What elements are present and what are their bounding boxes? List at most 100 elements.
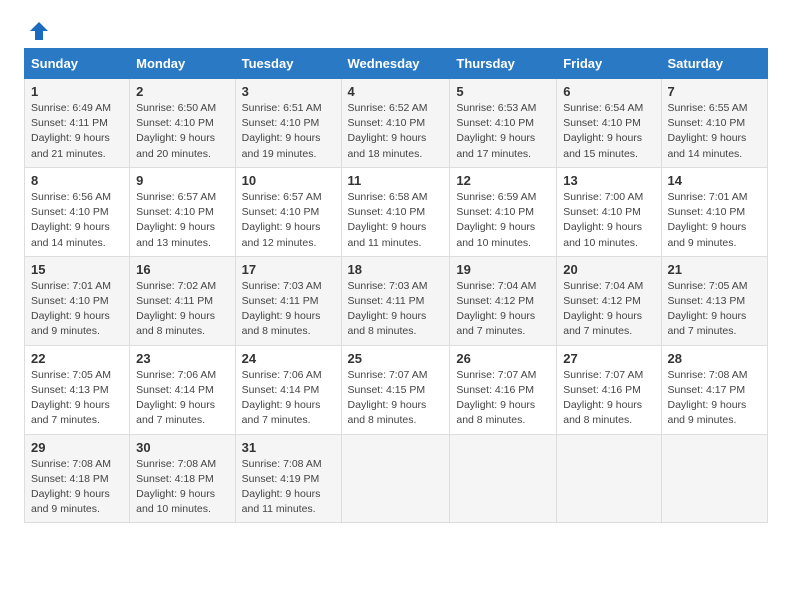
day-number: 16 — [136, 262, 228, 277]
day-number: 29 — [31, 440, 123, 455]
day-detail: Sunrise: 6:52 AMSunset: 4:10 PMDaylight:… — [348, 102, 428, 160]
day-detail: Sunrise: 6:56 AMSunset: 4:10 PMDaylight:… — [31, 191, 111, 249]
day-detail: Sunrise: 7:03 AMSunset: 4:11 PMDaylight:… — [348, 280, 428, 338]
day-number: 24 — [242, 351, 335, 366]
header-section — [24, 20, 768, 38]
day-detail: Sunrise: 7:08 AMSunset: 4:18 PMDaylight:… — [136, 458, 216, 516]
calendar-cell — [450, 434, 557, 523]
day-detail: Sunrise: 6:57 AMSunset: 4:10 PMDaylight:… — [242, 191, 322, 249]
col-wednesday: Wednesday — [341, 49, 450, 79]
page-container: Sunday Monday Tuesday Wednesday Thursday… — [24, 20, 768, 523]
day-detail: Sunrise: 6:51 AMSunset: 4:10 PMDaylight:… — [242, 102, 322, 160]
day-detail: Sunrise: 6:58 AMSunset: 4:10 PMDaylight:… — [348, 191, 428, 249]
calendar-cell-6: 6Sunrise: 6:54 AMSunset: 4:10 PMDaylight… — [557, 79, 661, 168]
day-number: 3 — [242, 84, 335, 99]
logo-icon — [28, 20, 50, 42]
calendar-cell: 22 Sunrise: 7:05 AMSunset: 4:13 PMDayligh… — [25, 345, 130, 434]
calendar-cell — [557, 434, 661, 523]
calendar-cell: 24 Sunrise: 7:06 AMSunset: 4:14 PMDayligh… — [235, 345, 341, 434]
day-number: 10 — [242, 173, 335, 188]
day-detail: Sunrise: 7:03 AMSunset: 4:11 PMDaylight:… — [242, 280, 322, 338]
calendar-table: Sunday Monday Tuesday Wednesday Thursday… — [24, 48, 768, 523]
day-number: 21 — [668, 262, 762, 277]
day-number: 13 — [563, 173, 654, 188]
day-detail: Sunrise: 6:55 AMSunset: 4:10 PMDaylight:… — [668, 102, 748, 160]
day-number: 22 — [31, 351, 123, 366]
calendar-cell: 29 Sunrise: 7:08 AMSunset: 4:18 PMDayligh… — [25, 434, 130, 523]
day-detail: Sunrise: 7:08 AMSunset: 4:19 PMDaylight:… — [242, 458, 322, 516]
day-detail: Sunrise: 6:59 AMSunset: 4:10 PMDaylight:… — [456, 191, 536, 249]
day-number: 18 — [348, 262, 444, 277]
calendar-cell: 21 Sunrise: 7:05 AMSunset: 4:13 PMDayligh… — [661, 256, 768, 345]
calendar-cell: 8 Sunrise: 6:56 AMSunset: 4:10 PMDaylight… — [25, 167, 130, 256]
day-number: 26 — [456, 351, 550, 366]
day-detail: Sunrise: 6:49 AMSunset: 4:11 PMDaylight:… — [31, 102, 111, 160]
day-detail: Sunrise: 7:01 AMSunset: 4:10 PMDaylight:… — [31, 280, 111, 338]
day-number: 28 — [668, 351, 762, 366]
calendar-cell: 9 Sunrise: 6:57 AMSunset: 4:10 PMDaylight… — [130, 167, 235, 256]
calendar-cell-2: 2Sunrise: 6:50 AMSunset: 4:10 PMDaylight… — [130, 79, 235, 168]
day-detail: Sunrise: 7:07 AMSunset: 4:15 PMDaylight:… — [348, 369, 428, 427]
calendar-cell: 19Sunrise: 7:04 AMSunset: 4:12 PMDayligh… — [450, 256, 557, 345]
day-detail: Sunrise: 7:06 AMSunset: 4:14 PMDaylight:… — [136, 369, 216, 427]
calendar-cell: 14 Sunrise: 7:01 AMSunset: 4:10 PMDayligh… — [661, 167, 768, 256]
day-detail: Sunrise: 6:57 AMSunset: 4:10 PMDaylight:… — [136, 191, 216, 249]
day-number: 27 — [563, 351, 654, 366]
calendar-cell: 18 Sunrise: 7:03 AMSunset: 4:11 PMDayligh… — [341, 256, 450, 345]
day-number: 25 — [348, 351, 444, 366]
day-number: 8 — [31, 173, 123, 188]
col-monday: Monday — [130, 49, 235, 79]
calendar-cell: 28 Sunrise: 7:08 AMSunset: 4:17 PMDayligh… — [661, 345, 768, 434]
day-detail: Sunrise: 7:08 AMSunset: 4:18 PMDaylight:… — [31, 458, 111, 516]
calendar-header-row: Sunday Monday Tuesday Wednesday Thursday… — [25, 49, 768, 79]
col-thursday: Thursday — [450, 49, 557, 79]
calendar-cell — [661, 434, 768, 523]
calendar-cell-5: 5Sunrise: 6:53 AMSunset: 4:10 PMDaylight… — [450, 79, 557, 168]
calendar-cell: 20 Sunrise: 7:04 AMSunset: 4:12 PMDayligh… — [557, 256, 661, 345]
day-detail: Sunrise: 7:04 AMSunset: 4:12 PMDaylight:… — [563, 280, 643, 338]
calendar-cell-4: 4Sunrise: 6:52 AMSunset: 4:10 PMDaylight… — [341, 79, 450, 168]
day-number: 23 — [136, 351, 228, 366]
day-detail: Sunrise: 6:53 AMSunset: 4:10 PMDaylight:… — [456, 102, 536, 160]
day-detail: Sunrise: 7:06 AMSunset: 4:14 PMDaylight:… — [242, 369, 322, 427]
day-number: 9 — [136, 173, 228, 188]
calendar-cell: 26Sunrise: 7:07 AMSunset: 4:16 PMDayligh… — [450, 345, 557, 434]
calendar-cell — [341, 434, 450, 523]
day-number: 6 — [563, 84, 654, 99]
col-sunday: Sunday — [25, 49, 130, 79]
day-number: 17 — [242, 262, 335, 277]
day-detail: Sunrise: 7:07 AMSunset: 4:16 PMDaylight:… — [563, 369, 643, 427]
day-number: 1 — [31, 84, 123, 99]
day-detail: Sunrise: 7:01 AMSunset: 4:10 PMDaylight:… — [668, 191, 748, 249]
day-number: 7 — [668, 84, 762, 99]
calendar-cell: 30 Sunrise: 7:08 AMSunset: 4:18 PMDayligh… — [130, 434, 235, 523]
calendar-cell-1: 1 Sunrise: 6:49 AMSunset: 4:11 PMDaylight… — [25, 79, 130, 168]
day-detail: Sunrise: 7:02 AMSunset: 4:11 PMDaylight:… — [136, 280, 216, 338]
calendar-cell: 15Sunrise: 7:01 AMSunset: 4:10 PMDayligh… — [25, 256, 130, 345]
logo — [24, 20, 50, 38]
col-friday: Friday — [557, 49, 661, 79]
calendar-cell-3: 3 Sunrise: 6:51 AMSunset: 4:10 PMDaylight… — [235, 79, 341, 168]
day-number: 31 — [242, 440, 335, 455]
day-number: 20 — [563, 262, 654, 277]
day-number: 2 — [136, 84, 228, 99]
calendar-cell-7: 7 Sunrise: 6:55 AMSunset: 4:10 PMDaylight… — [661, 79, 768, 168]
calendar-cell: 17 Sunrise: 7:03 AMSunset: 4:11 PMDayligh… — [235, 256, 341, 345]
calendar-cell: 25 Sunrise: 7:07 AMSunset: 4:15 PMDayligh… — [341, 345, 450, 434]
calendar-cell: 31 Sunrise: 7:08 AMSunset: 4:19 PMDayligh… — [235, 434, 341, 523]
calendar-cell: 23 Sunrise: 7:06 AMSunset: 4:14 PMDayligh… — [130, 345, 235, 434]
calendar-cell: 12 Sunrise: 6:59 AMSunset: 4:10 PMDayligh… — [450, 167, 557, 256]
calendar-cell: 10 Sunrise: 6:57 AMSunset: 4:10 PMDayligh… — [235, 167, 341, 256]
day-number: 14 — [668, 173, 762, 188]
day-detail: Sunrise: 7:08 AMSunset: 4:17 PMDaylight:… — [668, 369, 748, 427]
day-detail: Sunrise: 7:05 AMSunset: 4:13 PMDaylight:… — [668, 280, 748, 338]
calendar-cell: 13 Sunrise: 7:00 AMSunset: 4:10 PMDayligh… — [557, 167, 661, 256]
calendar-cell: 27 Sunrise: 7:07 AMSunset: 4:16 PMDayligh… — [557, 345, 661, 434]
day-detail: Sunrise: 7:00 AMSunset: 4:10 PMDaylight:… — [563, 191, 643, 249]
day-number: 19 — [456, 262, 550, 277]
day-detail: Sunrise: 7:05 AMSunset: 4:13 PMDaylight:… — [31, 369, 111, 427]
day-number: 12 — [456, 173, 550, 188]
calendar-cell: 16 Sunrise: 7:02 AMSunset: 4:11 PMDayligh… — [130, 256, 235, 345]
day-number: 30 — [136, 440, 228, 455]
col-tuesday: Tuesday — [235, 49, 341, 79]
